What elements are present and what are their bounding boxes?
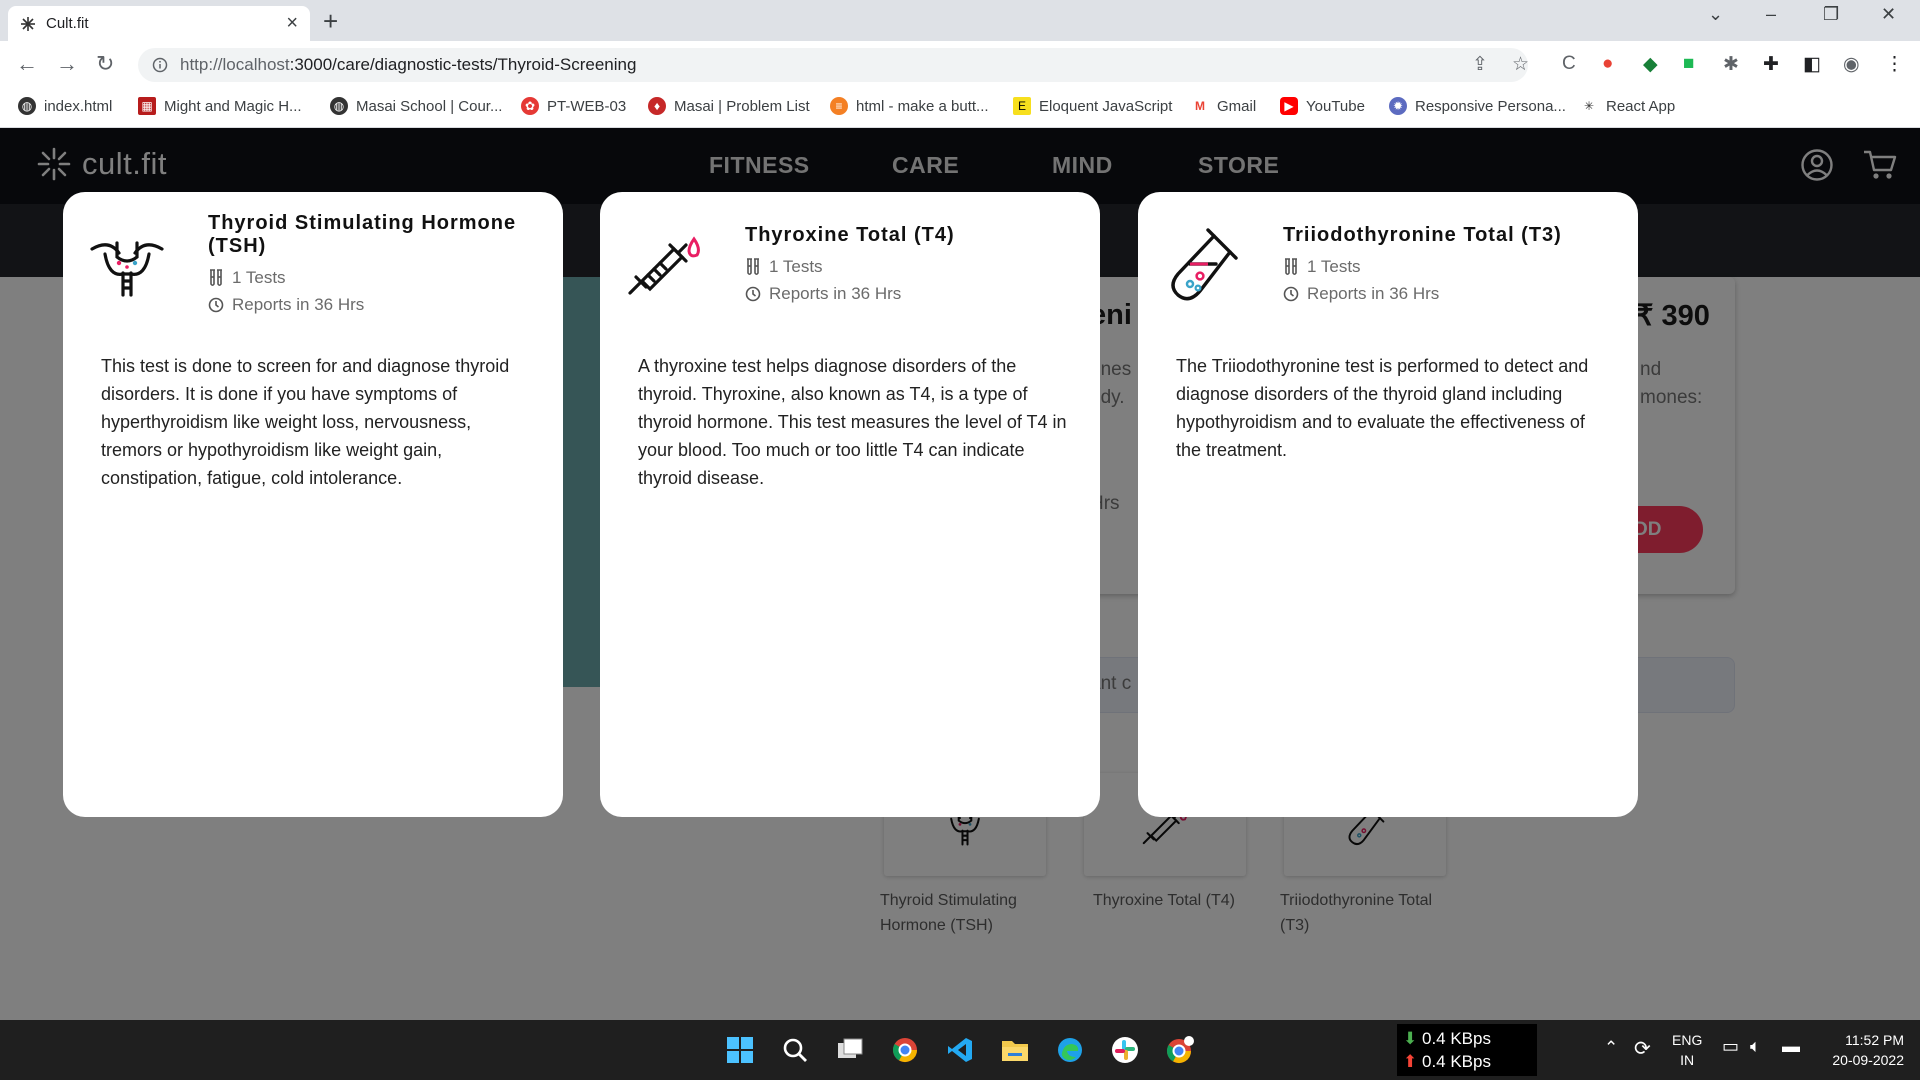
chrome-icon[interactable]	[889, 1034, 921, 1066]
test-tubes-icon	[1285, 258, 1297, 276]
report-time: Reports in 36 Hrs	[208, 295, 364, 315]
extension-green-icon[interactable]: ■	[1683, 53, 1694, 75]
globe-icon: ◍	[330, 97, 348, 115]
extensions-puzzle-icon[interactable]: ✚	[1763, 53, 1779, 76]
side-panel-icon[interactable]: ◧	[1803, 53, 1821, 76]
profile-avatar-icon[interactable]: ◉	[1843, 53, 1860, 76]
clock-icon	[1283, 286, 1299, 302]
bookmark-item[interactable]: E Eloquent JavaScript	[1013, 97, 1172, 115]
bookmarks-bar: ◍ index.html ▦ Might and Magic H... ◍ Masai…	[0, 89, 1920, 128]
syringe-icon	[628, 236, 700, 295]
modal-description: A thyroxine test helps diagnose disorder…	[638, 356, 1067, 488]
cultfit-icon: ✳	[1580, 97, 1598, 115]
modal-title: Thyroxine Total (T4)	[745, 224, 955, 246]
vscode-icon[interactable]	[944, 1034, 976, 1066]
modal-title: Triiodothyronine Total (T3)	[1283, 224, 1562, 246]
clock-icon	[208, 297, 224, 313]
bookmark-item[interactable]: M Gmail	[1191, 97, 1256, 115]
test-tubes-icon	[747, 258, 759, 276]
bookmark-item[interactable]: ▶ YouTube	[1280, 97, 1365, 115]
bookmark-item[interactable]: ▦ Might and Magic H...	[138, 97, 302, 115]
test-tubes-icon	[210, 269, 222, 287]
windows-taskbar: ⬇ 0.4 KBps ⬆ 0.4 KBps ⌃ ⟳ ENG IN ▭ 🔈︎ ▬ 1…	[0, 1020, 1920, 1080]
cultfit-favicon-icon	[21, 16, 35, 31]
thyroid-gland-icon	[90, 241, 164, 297]
youtube-icon: ▶	[1280, 97, 1298, 115]
browser-tab[interactable]: Cult.fit ×	[8, 6, 310, 41]
slack-icon[interactable]	[1109, 1034, 1141, 1066]
test-modal-tsh: Thyroid Stimulating Hormone (TSH) 1 Test…	[63, 192, 563, 817]
bookmark-item[interactable]: ✿ PT-WEB-03	[521, 97, 626, 115]
url-text: http://localhost:3000/care/diagnostic-te…	[180, 55, 637, 74]
network-speed-widget: ⬇ 0.4 KBps ⬆ 0.4 KBps	[1397, 1024, 1537, 1076]
pin-icon: ♦	[648, 97, 666, 115]
page-viewport: cult.fit FITNESS CARE MIND STORE ₹ 390 e…	[0, 128, 1920, 1020]
info-icon	[152, 57, 168, 73]
share-icon[interactable]: ⇪	[1472, 53, 1488, 76]
sync-icon[interactable]: ⟳	[1634, 1036, 1651, 1061]
ejs-icon: E	[1013, 97, 1031, 115]
clock[interactable]: 11:52 PM 20-09-2022	[1820, 1030, 1904, 1070]
stackoverflow-icon: ≡	[830, 97, 848, 115]
address-bar[interactable]: http://localhost:3000/care/diagnostic-te…	[138, 48, 1528, 82]
tray-overflow-icon[interactable]: ⌃	[1604, 1038, 1618, 1058]
back-icon[interactable]: ←	[16, 51, 38, 77]
bookmark-item[interactable]: ◍ Masai School | Cour...	[330, 97, 502, 115]
tests-count: 1 Tests	[745, 257, 823, 277]
clock-icon	[745, 286, 761, 302]
extension-c-icon[interactable]: C	[1562, 53, 1576, 75]
gmail-icon: M	[1191, 97, 1209, 115]
reload-icon[interactable]: ↻	[96, 51, 114, 77]
extension-bug-icon[interactable]: ✱	[1723, 53, 1739, 76]
tab-title: Cult.fit	[46, 15, 89, 32]
task-view-icon[interactable]	[834, 1034, 866, 1066]
bookmark-item[interactable]: ✹ Responsive Persona...	[1389, 97, 1566, 115]
minimize-icon[interactable]: –	[1766, 4, 1776, 25]
volume-icon[interactable]: 🔈︎	[1750, 1036, 1761, 1057]
modal-description: This test is done to screen for and diag…	[101, 356, 510, 488]
modal-description: The Triiodothyronine test is performed t…	[1176, 356, 1589, 460]
browser-tabbar: Cult.fit × + ⌄ – ❐ ✕	[0, 0, 1920, 41]
file-explorer-icon[interactable]	[999, 1034, 1031, 1066]
modal-title: Thyroid Stimulating Hormone (TSH)	[208, 212, 517, 257]
tests-count: 1 Tests	[208, 268, 286, 288]
new-tab-icon[interactable]: +	[323, 6, 338, 37]
bookmark-item[interactable]: ♦ Masai | Problem List	[648, 97, 810, 115]
edge-icon[interactable]	[1054, 1034, 1086, 1066]
restore-icon[interactable]: ❐	[1823, 4, 1839, 25]
browser-toolbar: ← → ↻ http://localhost:3000/care/diagnos…	[0, 41, 1920, 89]
gear-icon: ✹	[1389, 97, 1407, 115]
language-indicator[interactable]: ENG IN	[1672, 1030, 1702, 1070]
forward-icon[interactable]: →	[56, 51, 78, 77]
tab-close-icon[interactable]: ×	[286, 12, 298, 35]
report-time: Reports in 36 Hrs	[1283, 284, 1439, 304]
report-time: Reports in 36 Hrs	[745, 284, 901, 304]
bookmark-item[interactable]: ✳ React App	[1580, 97, 1675, 115]
test-tube-icon	[1171, 228, 1238, 301]
tab-search-icon[interactable]: ⌄	[1708, 4, 1723, 25]
test-modal-t3: Triiodothyronine Total (T3) 1 Tests Repo…	[1138, 192, 1638, 817]
bookmark-item[interactable]: ◍ index.html	[18, 97, 112, 115]
menu-kebab-icon[interactable]: ⋮	[1885, 53, 1904, 76]
start-windows-icon[interactable]	[724, 1034, 756, 1066]
chrome-active-icon[interactable]	[1164, 1034, 1196, 1066]
globe-icon: ◍	[18, 97, 36, 115]
search-icon[interactable]	[779, 1034, 811, 1066]
bookmark-item[interactable]: ≡ html - make a butt...	[830, 97, 989, 115]
close-window-icon[interactable]: ✕	[1881, 4, 1896, 25]
extension-diamond-icon[interactable]: ◆	[1643, 53, 1658, 76]
tests-count: 1 Tests	[1283, 257, 1361, 277]
game-icon: ▦	[138, 97, 156, 115]
bookmark-star-icon[interactable]: ☆	[1512, 53, 1529, 76]
battery-icon[interactable]: ▬	[1782, 1036, 1800, 1057]
color-picker-icon[interactable]: ●	[1602, 53, 1613, 75]
network-icon[interactable]: ▭	[1722, 1036, 1739, 1057]
test-modal-t4: Thyroxine Total (T4) 1 Tests Reports in …	[600, 192, 1100, 817]
flower-icon: ✿	[521, 97, 539, 115]
